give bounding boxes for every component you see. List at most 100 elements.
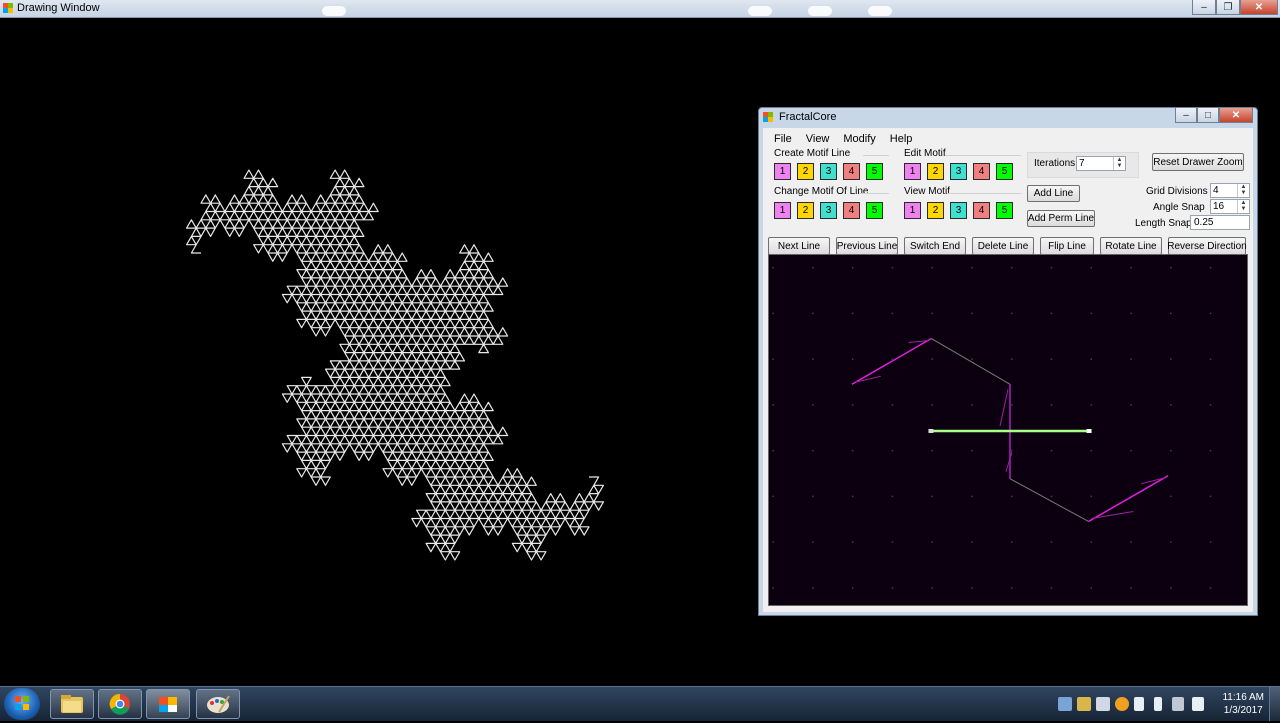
titlebar-glare (808, 6, 832, 16)
menu-help[interactable]: Help (883, 132, 920, 146)
length-snap-input[interactable] (1190, 215, 1250, 230)
view-motif-3-button[interactable]: 3 (950, 202, 967, 219)
fractalcore-title: FractalCore (779, 111, 837, 123)
tray-battery-icon[interactable] (1154, 697, 1162, 711)
tray-app-icon[interactable] (1077, 697, 1091, 711)
grid-dot (772, 266, 774, 269)
previous-line-button[interactable]: Previous Line (836, 237, 898, 255)
grid-dot (1010, 449, 1013, 452)
menu-view[interactable]: View (799, 132, 837, 146)
grid-dot (812, 587, 814, 589)
create-motif-4-button[interactable]: 4 (843, 163, 860, 180)
create-motif-1-button[interactable]: 1 (774, 163, 791, 180)
menu-file[interactable]: File (767, 132, 799, 146)
fractalcore-window-controls: – □ ✕ (1175, 108, 1253, 123)
close-button[interactable]: ✕ (1219, 108, 1253, 123)
tray-signal-icon[interactable] (1172, 697, 1184, 711)
grid-divisions-input[interactable] (1213, 184, 1235, 197)
spin-down-icon[interactable]: ▼ (1114, 163, 1125, 169)
grid-dot (931, 541, 933, 543)
view-motif-5-button[interactable]: 5 (996, 202, 1013, 219)
spin-down-icon[interactable]: ▼ (1238, 206, 1249, 212)
view-motif-2-button[interactable]: 2 (927, 202, 944, 219)
edit-motif-2-button[interactable]: 2 (927, 163, 944, 180)
tray-steam-icon[interactable] (1096, 697, 1110, 711)
create-motif-5-button[interactable]: 5 (866, 163, 883, 180)
change-motif-5-button[interactable]: 5 (866, 202, 883, 219)
change-motif-1-button[interactable]: 1 (774, 202, 791, 219)
grid-dot (1090, 358, 1093, 360)
drawing-window-titlebar: Drawing Window – ❐ ✕ (0, 0, 1280, 18)
edit-motif-3-button[interactable]: 3 (950, 163, 967, 180)
grid-dot (931, 404, 933, 406)
tray-network-icon[interactable] (1058, 697, 1072, 711)
view-motif-1-button[interactable]: 1 (904, 202, 921, 219)
fractal-curve (186, 169, 604, 561)
delete-line-button[interactable]: Delete Line (972, 237, 1034, 255)
show-desktop-button[interactable] (1269, 687, 1280, 721)
grid-dot (1130, 312, 1132, 315)
grid-dot (1170, 541, 1172, 543)
view-motif-4-button[interactable]: 4 (973, 202, 990, 219)
change-motif-3-button[interactable]: 3 (820, 202, 837, 219)
change-motif-2-button[interactable]: 2 (797, 202, 814, 219)
iterations-input[interactable] (1079, 157, 1111, 170)
grid-dot (971, 495, 973, 498)
maximize-button[interactable]: □ (1197, 108, 1219, 123)
minimize-button[interactable]: – (1175, 108, 1197, 123)
create-motif-2-button[interactable]: 2 (797, 163, 814, 180)
line-start-handle[interactable] (928, 429, 934, 433)
minimize-button[interactable]: – (1192, 0, 1216, 15)
add-line-button[interactable]: Add Line (1027, 185, 1080, 202)
grid-dot (851, 312, 854, 315)
reset-drawer-zoom-button[interactable]: Reset Drawer Zoom (1152, 153, 1244, 171)
flip-line-button[interactable]: Flip Line (1040, 237, 1094, 255)
motif-editor-canvas[interactable] (768, 254, 1248, 606)
windows-logo-icon (15, 696, 29, 710)
taskbar-paint-button[interactable] (196, 689, 240, 719)
edit-motif-4-button[interactable]: 4 (973, 163, 990, 180)
rotate-line-button[interactable]: Rotate Line (1100, 237, 1162, 255)
edit-motif-1-button[interactable]: 1 (904, 163, 921, 180)
taskbar-clock[interactable]: 11:16 AM 1/3/2017 (1222, 691, 1264, 717)
start-button[interactable] (4, 688, 40, 720)
tray-flag-icon[interactable] (1134, 697, 1144, 711)
spinner-arrows[interactable]: ▲ ▼ (1113, 157, 1125, 170)
taskbar-chrome-button[interactable] (98, 689, 142, 719)
iterations-stepper[interactable]: ▲▼ (1076, 156, 1126, 171)
grid-dot (1010, 495, 1013, 498)
grid-dot (851, 266, 854, 269)
grid-dot (851, 495, 854, 498)
switch-end-button[interactable]: Switch End (904, 237, 966, 255)
restore-button[interactable]: ❐ (1216, 0, 1240, 15)
taskbar-window-app-button[interactable] (146, 689, 190, 719)
line-end-handle[interactable] (1086, 429, 1092, 433)
add-perm-line-button[interactable]: Add Perm Line (1027, 210, 1095, 227)
create-motif-3-button[interactable]: 3 (820, 163, 837, 180)
spin-down-icon[interactable]: ▼ (1238, 190, 1249, 196)
angle-snap-input[interactable] (1213, 200, 1235, 213)
grid-divisions-stepper[interactable]: ▲▼ (1210, 183, 1250, 198)
taskbar-explorer-button[interactable] (50, 689, 94, 719)
grid-dot (891, 266, 894, 269)
menu-modify[interactable]: Modify (836, 132, 882, 146)
motif-line[interactable] (1088, 475, 1169, 523)
angle-snap-stepper[interactable]: ▲▼ (1210, 199, 1250, 214)
grid-dot (1050, 587, 1053, 589)
fractal-curve-path (186, 169, 604, 561)
grid-dot (1170, 312, 1172, 315)
reverse-direction-button[interactable]: Reverse Direction (1167, 237, 1247, 255)
spinner-arrows[interactable]: ▲ ▼ (1237, 184, 1249, 197)
grid-dot (1050, 266, 1053, 269)
grid-dot (891, 312, 894, 315)
close-button[interactable]: ✕ (1240, 0, 1278, 15)
tray-update-icon[interactable] (1115, 697, 1129, 711)
spinner-arrows[interactable]: ▲ ▼ (1237, 200, 1249, 213)
change-motif-4-button[interactable]: 4 (843, 202, 860, 219)
grid-dot (1090, 449, 1093, 452)
grid-dot (1010, 358, 1013, 360)
motif-line[interactable] (851, 337, 932, 385)
tray-volume-icon[interactable] (1192, 697, 1204, 711)
next-line-button[interactable]: Next Line (768, 237, 830, 255)
edit-motif-5-button[interactable]: 5 (996, 163, 1013, 180)
